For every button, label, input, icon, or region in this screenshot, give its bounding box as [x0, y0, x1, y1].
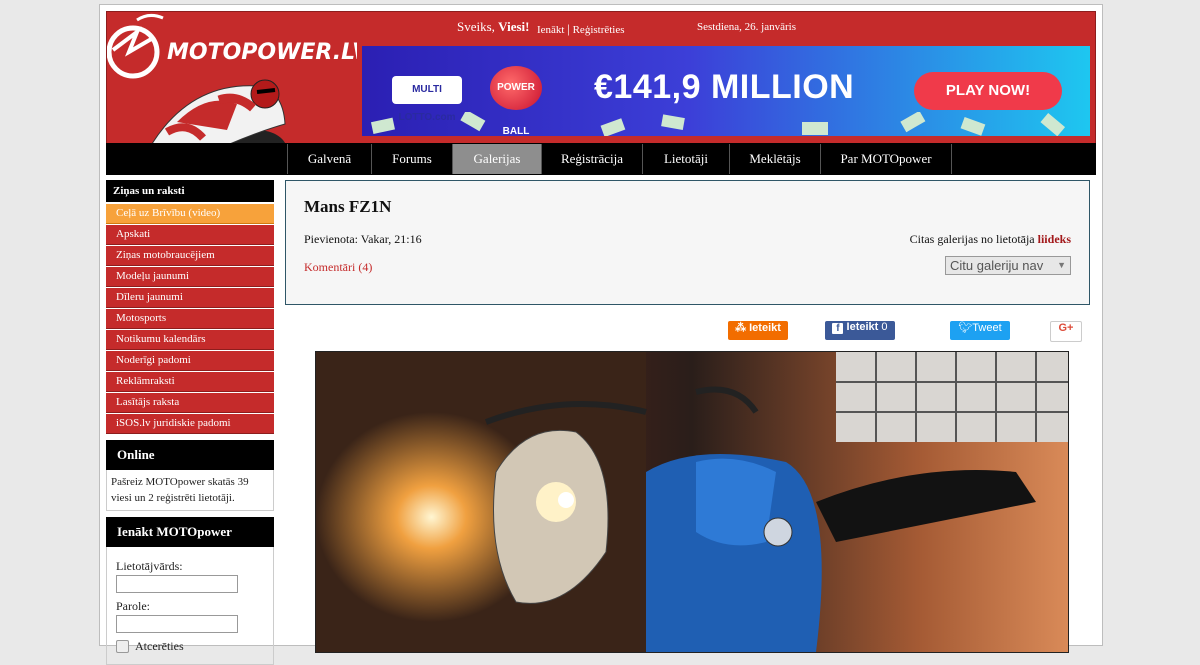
greeting-name: Viesi!: [498, 19, 530, 34]
draugiem-share-button[interactable]: ⁂ Ieteikt: [728, 321, 788, 340]
twitter-icon: 🐦︎: [958, 322, 973, 334]
nav-par-motopower[interactable]: Par MOTOpower: [820, 144, 952, 174]
banknotes-decoration: [370, 112, 1066, 136]
current-date: Sestdiena, 26. janvāris: [697, 21, 796, 33]
sidebar-item-apskati[interactable]: Apskati: [106, 225, 274, 245]
news-list: Ceļā uz Brīvību (video) Apskati Ziņas mo…: [106, 204, 274, 434]
sidebar-item-noderigi-padomi[interactable]: Noderīgi padomi: [106, 351, 274, 371]
nav-registracija[interactable]: Reģistrācija: [541, 144, 642, 174]
header: MOTOPOWER.LV Sveiks, Viesi! Ienākt | Reģ…: [106, 11, 1096, 145]
remember-label: Atcerēties: [135, 639, 184, 653]
sidebar: Ziņas un raksti Ceļā uz Brīvību (video) …: [106, 180, 274, 665]
top-bar: Sveiks, Viesi! Ienākt | Reģistrēties Ses…: [107, 12, 1095, 48]
sidebar-item-notikumu-kalendars[interactable]: Notikumu kalendārs: [106, 330, 274, 350]
login-box: Lietotājvārds: Parole: Atcerēties: [106, 547, 274, 665]
nav-galerijas[interactable]: Galerijas: [452, 144, 541, 174]
nav-meklelajs[interactable]: Meklētājs: [729, 144, 820, 174]
sidebar-item-isos-juridiskie-padomi[interactable]: iSOS.lv juridiskie padomi: [106, 414, 274, 434]
multilotto-logo: MULTI LOTTO.com: [392, 76, 462, 123]
password-input[interactable]: [116, 615, 238, 633]
sidebar-item-modelu-jaunumi[interactable]: Modeļu jaunumi: [106, 267, 274, 287]
gallery-info-panel: Mans FZ1N Pievienota: Vakar, 21:16 Komen…: [285, 180, 1090, 305]
gallery-title: Mans FZ1N: [304, 197, 392, 216]
twitter-share-button[interactable]: 🐦︎Tweet: [950, 321, 1010, 340]
powerball-logo: POWER BALL: [490, 66, 542, 136]
motorcycle-photo: [316, 352, 1068, 652]
remember-row: Atcerēties: [116, 639, 264, 654]
ad-banner[interactable]: MULTI LOTTO.com POWER BALL €141,9 MILLIO…: [362, 46, 1090, 136]
chevron-down-icon: ▼: [1057, 260, 1066, 270]
other-galleries-text: Citas galerijas no lietotāja liideks: [910, 232, 1071, 247]
username-input[interactable]: [116, 575, 238, 593]
news-box-title: Ziņas un raksti: [106, 180, 274, 202]
facebook-icon: f: [832, 323, 844, 334]
play-now-button[interactable]: PLAY NOW!: [914, 72, 1062, 110]
facebook-label: Ieteikt: [846, 321, 879, 333]
comments-link[interactable]: Komentāri (4): [304, 260, 372, 275]
select-value: Citu galeriju nav: [950, 258, 1044, 273]
main-nav: Galvenā Forums Galerijas Reģistrācija Li…: [106, 143, 1096, 175]
other-galleries-prefix: Citas galerijas no lietotāja: [909, 232, 1035, 246]
gallery-owner-link[interactable]: liideks: [1038, 232, 1071, 246]
banner-amount: €141,9 MILLION: [594, 68, 855, 106]
sidebar-item-zinas-motobraucejiem[interactable]: Ziņas motobraucējiem: [106, 246, 274, 266]
sidebar-item-reklamraksti[interactable]: Reklāmraksti: [106, 372, 274, 392]
login-box-title: Ienākt MOTOpower: [106, 517, 274, 547]
sidebar-item-ceja-uz-brivibu[interactable]: Ceļā uz Brīvību (video): [106, 204, 274, 224]
other-galleries-select[interactable]: Citu galeriju nav ▼: [945, 256, 1071, 275]
link-separator: |: [567, 21, 570, 36]
greeting-prefix: Sveiks,: [457, 19, 495, 34]
twitter-label: Tweet: [972, 322, 1002, 334]
sidebar-item-dileru-jaunumi[interactable]: Dīleru jaunumi: [106, 288, 274, 308]
nav-forums[interactable]: Forums: [371, 144, 452, 174]
sidebar-item-lasitajs-raksta[interactable]: Lasītājs raksta: [106, 393, 274, 413]
gplus-icon: G+: [1058, 322, 1074, 334]
greeting: Sveiks, Viesi!: [457, 19, 529, 35]
nav-lietotaji[interactable]: Lietotāji: [642, 144, 729, 174]
page-container: MOTOPOWER.LV Sveiks, Viesi! Ienākt | Reģ…: [99, 4, 1103, 665]
facebook-count: 0: [881, 321, 888, 333]
username-label: Lietotājvārds:: [116, 559, 183, 573]
online-box-title: Online: [106, 440, 274, 470]
gallery-posted: Pievienota: Vakar, 21:16: [304, 232, 422, 246]
gallery-photo[interactable]: [315, 351, 1069, 653]
facebook-share-button[interactable]: f Ieteikt 0: [825, 321, 895, 340]
sidebar-item-motosports[interactable]: Motosports: [106, 309, 274, 329]
draugiem-label: Ieteikt: [749, 322, 781, 334]
nav-galvena[interactable]: Galvenā: [287, 144, 371, 174]
gplus-share-button[interactable]: G+: [1050, 321, 1082, 342]
password-label: Parole:: [116, 599, 150, 613]
remember-checkbox[interactable]: [116, 640, 129, 653]
login-link[interactable]: Ienākt: [537, 24, 564, 36]
register-link[interactable]: Reģistrēties: [573, 24, 625, 36]
online-text: Pašreiz MOTOpower skatās 39 viesi un 2 r…: [106, 470, 274, 511]
draugiem-icon: ⁂: [735, 322, 750, 334]
auth-links: Ienākt | Reģistrēties: [537, 21, 625, 37]
